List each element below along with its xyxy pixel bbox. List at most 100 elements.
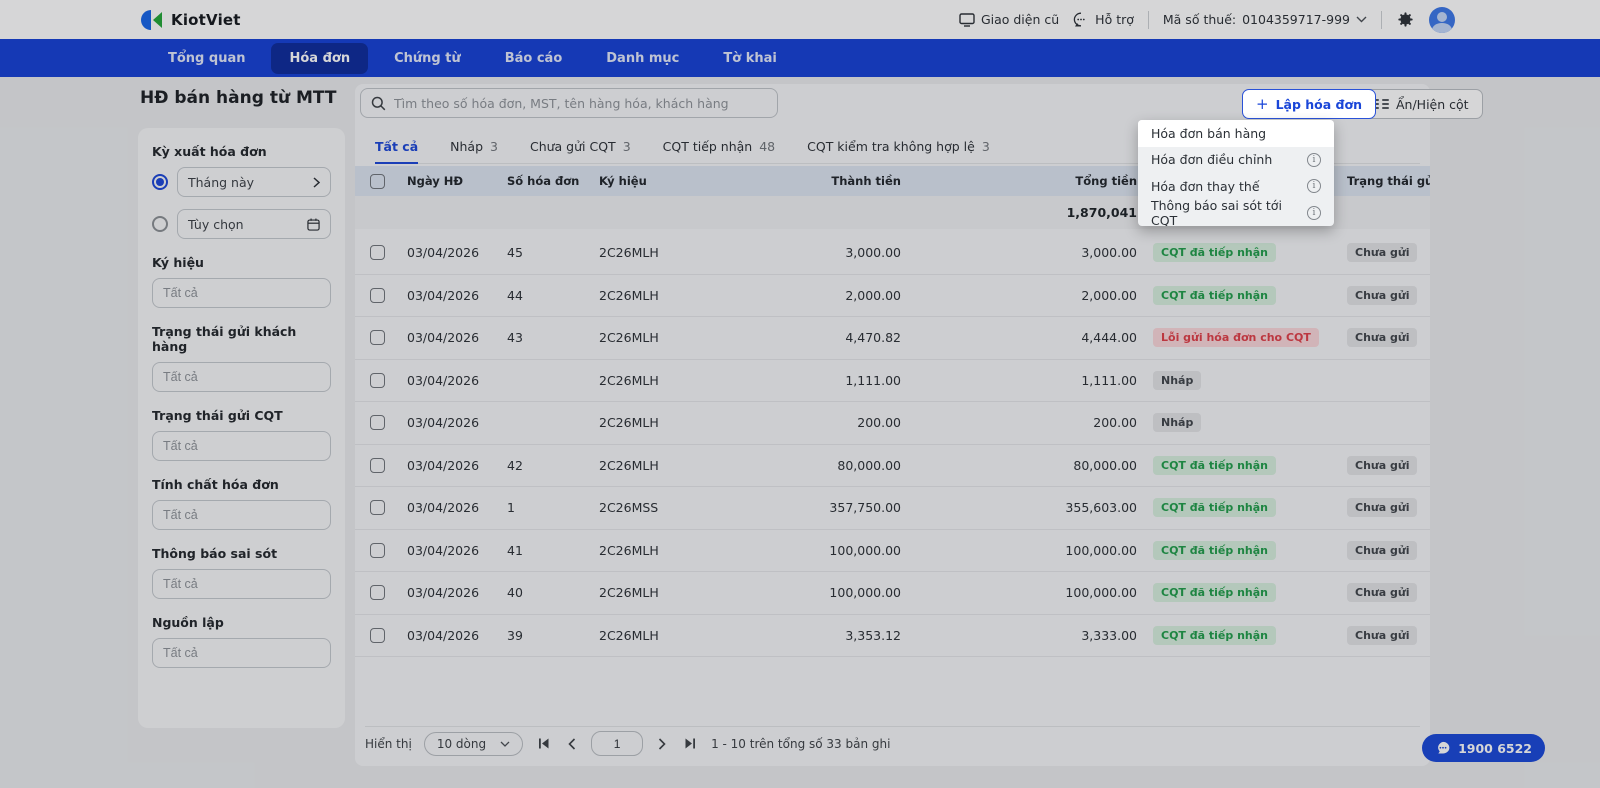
last-page-button[interactable] bbox=[684, 738, 696, 749]
table-row[interactable]: 03/04/2026 39 2C26MLH 3,353.12 3,333.00 … bbox=[355, 615, 1430, 657]
tab-nhap[interactable]: Nháp 3 bbox=[450, 139, 498, 163]
row-checkbox[interactable] bbox=[369, 245, 385, 261]
tab-label: Chưa gửi CQT bbox=[529, 139, 616, 154]
table-row[interactable]: 03/04/2026 41 2C26MLH 100,000.00 100,000… bbox=[355, 530, 1430, 572]
row-checkbox[interactable] bbox=[369, 500, 385, 516]
table-row[interactable]: 03/04/2026 2C26MLH 1,111.00 1,111.00 Nhá… bbox=[355, 360, 1430, 402]
filter-label-trang-thai-kh: Trạng thái gửi khách hàng bbox=[152, 324, 297, 354]
filter-input-trang-thai-kh[interactable] bbox=[152, 362, 331, 392]
col-so-hoa-don: Số hóa đơn bbox=[507, 174, 580, 188]
toggle-columns-button[interactable]: Ẩn/Hiện cột bbox=[1358, 89, 1483, 119]
tab-label: Tất cả bbox=[375, 139, 419, 154]
nav-tong-quan[interactable]: Tổng quan bbox=[150, 43, 263, 74]
cell-amount: 1,111.00 bbox=[845, 372, 901, 388]
cqt-status-badge: CQT đã tiếp nhận bbox=[1153, 285, 1276, 305]
filter-input-nguon-lap[interactable] bbox=[152, 638, 331, 668]
kiotviet-logo-icon bbox=[141, 9, 162, 30]
kh-status-badge: Chưa gửi bbox=[1347, 583, 1418, 603]
period-this-month-field[interactable]: Tháng này bbox=[177, 167, 331, 197]
table-row[interactable]: 03/04/2026 44 2C26MLH 2,000.00 2,000.00 … bbox=[355, 275, 1430, 317]
old-ui-label: Giao diện cũ bbox=[980, 12, 1060, 27]
cell-total: 2,000.00 bbox=[1081, 287, 1137, 303]
menu-item-hoa-don-ban-hang[interactable]: Hóa đơn bán hàng bbox=[1138, 120, 1334, 147]
search-input[interactable] bbox=[394, 95, 767, 111]
cell-symbol: 2C26MLH bbox=[599, 287, 659, 303]
table-row[interactable]: 03/04/2026 40 2C26MLH 100,000.00 100,000… bbox=[355, 572, 1430, 615]
row-checkbox[interactable] bbox=[369, 372, 385, 388]
row-checkbox[interactable] bbox=[369, 415, 385, 431]
filter-label-nguon-lap: Nguồn lập bbox=[152, 615, 224, 630]
filter-sidebar: Kỳ xuất hóa đơn Tháng này Tùy chọn Ký hi… bbox=[138, 128, 345, 728]
nav-hoa-don[interactable]: Hóa đơn bbox=[271, 42, 369, 74]
first-page-button[interactable] bbox=[538, 738, 550, 749]
cqt-status-badge: CQT đã tiếp nhận bbox=[1153, 583, 1276, 603]
monitor-icon bbox=[959, 12, 975, 27]
page-number-input[interactable] bbox=[591, 731, 644, 756]
table-row[interactable]: 03/04/2026 45 2C26MLH 3,000.00 3,000.00 … bbox=[355, 232, 1430, 275]
filter-input-tinh-chat[interactable] bbox=[152, 500, 331, 530]
period-this-month-label: Tháng này bbox=[188, 174, 255, 190]
period-this-month-radio[interactable] bbox=[152, 174, 168, 190]
row-checkbox[interactable] bbox=[369, 287, 385, 303]
row-checkbox[interactable] bbox=[369, 542, 385, 558]
cell-total: 200.00 bbox=[1093, 415, 1137, 431]
kiotviet-logo[interactable]: KiotViet bbox=[140, 8, 241, 32]
cqt-status-badge: CQT đã tiếp nhận bbox=[1153, 540, 1276, 560]
tab-label: Nháp bbox=[450, 139, 484, 154]
filter-input-ky-hieu[interactable] bbox=[152, 278, 331, 308]
cell-number: 44 bbox=[507, 287, 523, 303]
row-checkbox[interactable] bbox=[369, 627, 385, 643]
pagination-summary: 1 - 10 trên tổng số 33 bản ghi bbox=[711, 736, 891, 751]
nav-to-khai[interactable]: Tờ khai bbox=[705, 43, 794, 74]
table-row[interactable]: 03/04/2026 42 2C26MLH 80,000.00 80,000.0… bbox=[355, 445, 1430, 487]
filter-input-trang-thai-cqt[interactable] bbox=[152, 431, 331, 461]
settings-button[interactable] bbox=[1396, 10, 1415, 29]
cell-number: 1 bbox=[507, 500, 515, 516]
cell-total: 355,603.00 bbox=[1065, 500, 1137, 516]
col-ky-hieu: Ký hiệu bbox=[599, 174, 647, 188]
table-row[interactable]: 03/04/2026 43 2C26MLH 4,470.82 4,444.00 … bbox=[355, 317, 1430, 360]
tab-cqt-khong-hop-le[interactable]: CQT kiểm tra không hợp lệ 3 bbox=[807, 139, 990, 163]
period-custom-field[interactable]: Tùy chọn bbox=[177, 209, 331, 239]
page-size-select[interactable]: 10 dòng bbox=[423, 731, 524, 756]
tab-cqt-tiep-nhan[interactable]: CQT tiếp nhận 48 bbox=[663, 139, 775, 163]
cell-number: 42 bbox=[507, 457, 523, 473]
nav-danh-muc[interactable]: Danh mục bbox=[588, 43, 697, 74]
old-ui-link[interactable]: Giao diện cũ bbox=[959, 12, 1059, 27]
tab-tat-ca[interactable]: Tất cả bbox=[375, 139, 419, 164]
cell-total: 80,000.00 bbox=[1073, 457, 1137, 473]
cell-date: 03/04/2026 bbox=[407, 287, 480, 303]
row-checkbox[interactable] bbox=[369, 585, 385, 601]
kh-status-badge: Chưa gửi bbox=[1347, 540, 1418, 560]
row-checkbox[interactable] bbox=[369, 457, 385, 473]
hotline-chat-button[interactable]: 1900 6522 bbox=[1422, 734, 1545, 762]
tab-chua-gui-cqt[interactable]: Chưa gửi CQT 3 bbox=[530, 139, 631, 163]
period-custom-radio[interactable] bbox=[152, 216, 168, 232]
user-avatar[interactable] bbox=[1429, 6, 1455, 33]
cell-number: 40 bbox=[507, 585, 523, 601]
cell-amount: 80,000.00 bbox=[837, 457, 901, 473]
info-icon: i bbox=[1307, 152, 1321, 167]
menu-item-thong-bao-sai-sot[interactable]: Thông báo sai sót tới CQT i bbox=[1138, 198, 1334, 226]
nav-bao-cao[interactable]: Báo cáo bbox=[487, 43, 581, 74]
cqt-status-badge: CQT đã tiếp nhận bbox=[1153, 498, 1276, 518]
filter-input-thong-bao[interactable] bbox=[152, 569, 331, 599]
search-box[interactable] bbox=[360, 88, 778, 118]
cell-symbol: 2C26MLH bbox=[599, 330, 659, 346]
table-row[interactable]: 03/04/2026 1 2C26MSS 357,750.00 355,603.… bbox=[355, 487, 1430, 530]
next-page-button[interactable] bbox=[658, 737, 666, 750]
menu-item-hoa-don-thay-the[interactable]: Hóa đơn thay thế i bbox=[1138, 173, 1334, 200]
prev-page-button[interactable] bbox=[568, 737, 576, 750]
cell-date: 03/04/2026 bbox=[407, 500, 480, 516]
create-invoice-button[interactable]: + Lập hóa đơn bbox=[1242, 89, 1376, 119]
kh-status-badge: Chưa gửi bbox=[1347, 328, 1418, 348]
row-checkbox[interactable] bbox=[369, 330, 385, 346]
tab-count: 3 bbox=[981, 139, 990, 154]
nav-chung-tu[interactable]: Chứng từ bbox=[376, 43, 479, 74]
menu-item-hoa-don-dieu-chinh[interactable]: Hóa đơn điều chỉnh i bbox=[1138, 147, 1334, 174]
table-row[interactable]: 03/04/2026 2C26MLH 200.00 200.00 Nháp bbox=[355, 402, 1430, 445]
tax-code-selector[interactable]: Mã số thuế: 0104359717-999 bbox=[1163, 12, 1367, 27]
select-all-checkbox[interactable] bbox=[369, 173, 385, 189]
support-link[interactable]: Hỗ trợ bbox=[1073, 12, 1134, 27]
tax-code-label: Mã số thuế: bbox=[1162, 12, 1237, 27]
